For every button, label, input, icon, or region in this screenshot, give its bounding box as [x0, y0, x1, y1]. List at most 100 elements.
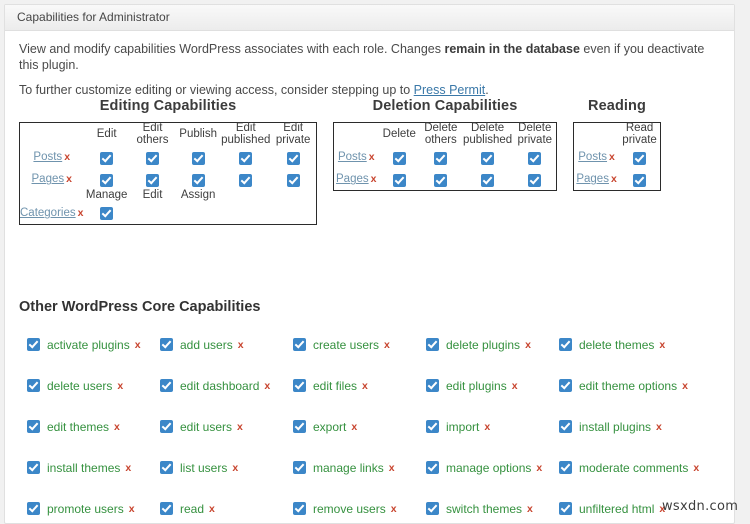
capability-name-link[interactable]: read	[180, 502, 204, 516]
capability-checkbox[interactable]	[160, 379, 173, 393]
capability-name-link[interactable]: activate plugins	[47, 338, 130, 352]
remove-x-icon[interactable]: x	[527, 503, 533, 515]
capability-name-link[interactable]: import	[446, 420, 479, 434]
capability-name-link[interactable]: export	[313, 420, 346, 434]
row-label-link[interactable]: Posts	[338, 151, 367, 163]
capability-checkbox[interactable]	[293, 502, 306, 516]
capability-checkbox[interactable]	[426, 420, 439, 434]
row-label-link[interactable]: Posts	[578, 151, 607, 163]
remove-x-icon[interactable]: x	[536, 462, 542, 474]
capability-name-link[interactable]: install themes	[47, 461, 120, 475]
capability-checkbox[interactable]	[481, 173, 495, 187]
remove-x-icon[interactable]: x	[611, 173, 617, 185]
press-permit-link[interactable]: Press Permit	[414, 83, 486, 97]
remove-x-icon[interactable]: x	[135, 339, 141, 351]
remove-x-icon[interactable]: x	[237, 421, 243, 433]
remove-x-icon[interactable]: x	[351, 421, 357, 433]
capability-name-link[interactable]: list users	[180, 461, 227, 475]
capability-checkbox[interactable]	[160, 461, 173, 475]
capability-checkbox[interactable]	[100, 151, 114, 165]
capability-checkbox[interactable]	[146, 151, 160, 165]
capability-checkbox[interactable]	[160, 502, 173, 516]
capability-checkbox[interactable]	[160, 338, 173, 352]
remove-x-icon[interactable]: x	[209, 503, 215, 515]
capability-checkbox[interactable]	[146, 173, 160, 187]
capability-name-link[interactable]: delete themes	[579, 338, 654, 352]
capability-name-link[interactable]: switch themes	[446, 502, 522, 516]
capability-checkbox[interactable]	[559, 420, 572, 434]
capability-checkbox[interactable]	[426, 379, 439, 393]
capability-checkbox[interactable]	[559, 461, 572, 475]
capability-name-link[interactable]: edit users	[180, 420, 232, 434]
capability-checkbox[interactable]	[100, 173, 114, 187]
capability-checkbox[interactable]	[293, 338, 306, 352]
capability-checkbox[interactable]	[293, 461, 306, 475]
remove-x-icon[interactable]: x	[682, 380, 688, 392]
capability-name-link[interactable]: remove users	[313, 502, 386, 516]
row-label-link[interactable]: Pages	[576, 173, 609, 185]
capability-name-link[interactable]: edit theme options	[579, 379, 677, 393]
capability-name-link[interactable]: edit themes	[47, 420, 109, 434]
remove-x-icon[interactable]: x	[232, 462, 238, 474]
capability-checkbox[interactable]	[559, 379, 572, 393]
capability-checkbox[interactable]	[286, 173, 300, 187]
capability-checkbox[interactable]	[191, 173, 205, 187]
remove-x-icon[interactable]: x	[66, 173, 72, 185]
remove-x-icon[interactable]: x	[371, 173, 377, 185]
remove-x-icon[interactable]: x	[391, 503, 397, 515]
capability-name-link[interactable]: manage links	[313, 461, 384, 475]
capability-name-link[interactable]: create users	[313, 338, 379, 352]
capability-checkbox[interactable]	[633, 173, 647, 187]
row-label-link[interactable]: Categories	[20, 207, 76, 219]
remove-x-icon[interactable]: x	[78, 207, 84, 219]
capability-checkbox[interactable]	[481, 151, 495, 165]
capability-checkbox[interactable]	[293, 379, 306, 393]
capability-checkbox[interactable]	[239, 173, 253, 187]
capability-checkbox[interactable]	[426, 502, 439, 516]
capability-checkbox[interactable]	[426, 461, 439, 475]
row-label-link[interactable]: Pages	[336, 173, 369, 185]
remove-x-icon[interactable]: x	[264, 380, 270, 392]
capability-name-link[interactable]: moderate comments	[579, 461, 688, 475]
capability-name-link[interactable]: edit plugins	[446, 379, 507, 393]
row-label-link[interactable]: Pages	[32, 173, 65, 185]
capability-checkbox[interactable]	[559, 338, 572, 352]
row-label-link[interactable]: Posts	[33, 151, 62, 163]
capability-name-link[interactable]: delete plugins	[446, 338, 520, 352]
remove-x-icon[interactable]: x	[525, 339, 531, 351]
capability-checkbox[interactable]	[392, 173, 406, 187]
remove-x-icon[interactable]: x	[384, 339, 390, 351]
remove-x-icon[interactable]: x	[693, 462, 699, 474]
capability-name-link[interactable]: edit dashboard	[180, 379, 259, 393]
capability-checkbox[interactable]	[27, 338, 40, 352]
remove-x-icon[interactable]: x	[117, 380, 123, 392]
capability-checkbox[interactable]	[27, 420, 40, 434]
capability-checkbox[interactable]	[191, 151, 205, 165]
capability-name-link[interactable]: manage options	[446, 461, 531, 475]
capability-checkbox[interactable]	[528, 151, 542, 165]
remove-x-icon[interactable]: x	[129, 503, 135, 515]
capability-checkbox[interactable]	[27, 502, 40, 516]
capability-checkbox[interactable]	[434, 173, 448, 187]
remove-x-icon[interactable]: x	[484, 421, 490, 433]
capability-checkbox[interactable]	[633, 151, 647, 165]
capability-checkbox[interactable]	[160, 420, 173, 434]
capability-checkbox[interactable]	[426, 338, 439, 352]
capability-checkbox[interactable]	[286, 151, 300, 165]
remove-x-icon[interactable]: x	[389, 462, 395, 474]
capability-name-link[interactable]: install plugins	[579, 420, 651, 434]
capability-checkbox[interactable]	[293, 420, 306, 434]
remove-x-icon[interactable]: x	[125, 462, 131, 474]
capability-checkbox[interactable]	[27, 461, 40, 475]
capability-checkbox[interactable]	[392, 151, 406, 165]
remove-x-icon[interactable]: x	[114, 421, 120, 433]
remove-x-icon[interactable]: x	[512, 380, 518, 392]
capability-name-link[interactable]: promote users	[47, 502, 124, 516]
remove-x-icon[interactable]: x	[64, 151, 70, 163]
remove-x-icon[interactable]: x	[369, 151, 375, 163]
capability-checkbox[interactable]	[27, 379, 40, 393]
capability-checkbox[interactable]	[528, 173, 542, 187]
capability-name-link[interactable]: edit files	[313, 379, 357, 393]
capability-checkbox[interactable]	[559, 502, 572, 516]
capability-name-link[interactable]: delete users	[47, 379, 112, 393]
